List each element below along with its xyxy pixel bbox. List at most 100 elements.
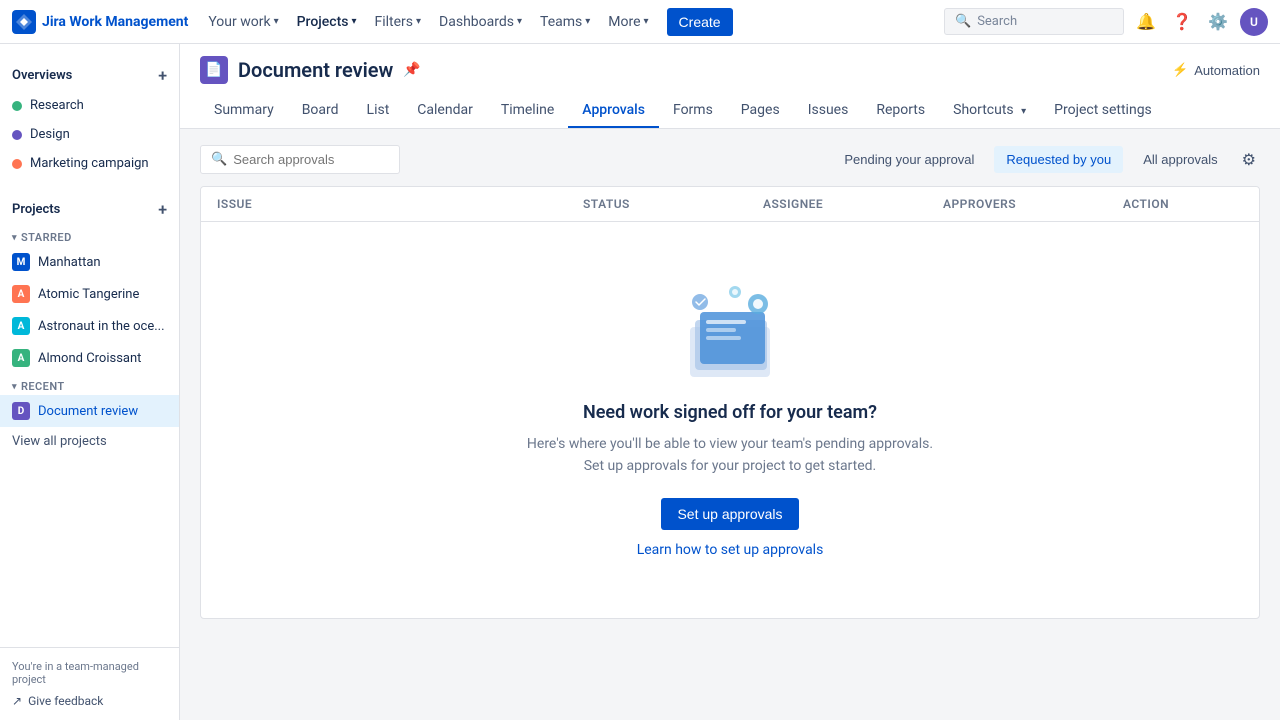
chevron-down-icon: ▾: [644, 16, 649, 27]
chevron-down-icon: ▾: [585, 16, 590, 27]
topnav-dashboards[interactable]: Dashboards ▾: [431, 8, 530, 36]
avatar[interactable]: U: [1240, 8, 1268, 36]
chevron-down-icon: ▾: [274, 16, 279, 27]
add-project-icon[interactable]: +: [158, 200, 167, 219]
empty-state-title: Need work signed off for your team?: [583, 402, 877, 423]
document-review-icon: D: [12, 402, 30, 420]
layout: Overviews + Research Design Marketing ca…: [0, 0, 1280, 720]
chevron-down-icon: ▾: [517, 16, 522, 27]
pin-icon[interactable]: 📌: [403, 62, 420, 78]
tab-board[interactable]: Board: [288, 94, 353, 128]
almond-icon: A: [12, 349, 30, 367]
project-name: Document review: [238, 58, 393, 82]
tab-summary[interactable]: Summary: [200, 94, 288, 128]
sidebar-item-manhattan[interactable]: M Manhattan: [0, 246, 179, 278]
create-button[interactable]: Create: [667, 8, 733, 36]
approvals-filter-tabs: Pending your approval Requested by you A…: [832, 146, 1260, 173]
projects-header[interactable]: Projects +: [0, 194, 179, 225]
sidebar-item-document-review[interactable]: D Document review: [0, 395, 179, 427]
project-title-row: 📄 Document review 📌 ⚡ Automation: [200, 56, 1260, 84]
project-icon: 📄: [200, 56, 228, 84]
table-header: Issue Status Assignee Approvers Action: [201, 187, 1259, 222]
marketing-dot: [12, 159, 22, 169]
atomic-tangerine-icon: A: [12, 285, 30, 303]
feedback-icon: ↗: [12, 694, 22, 708]
view-all-projects-link[interactable]: View all projects: [0, 427, 179, 456]
tab-approvals[interactable]: Approvals: [568, 94, 659, 128]
approvals-content: 🔍 Pending your approval Requested by you…: [180, 129, 1280, 720]
empty-state-illustration: [670, 282, 790, 382]
overviews-header[interactable]: Overviews +: [0, 60, 179, 91]
col-action: Action: [1123, 197, 1243, 211]
empty-state-desc: Here's where you'll be able to view your…: [527, 433, 933, 478]
add-overview-icon[interactable]: +: [158, 66, 167, 85]
projects-section: Projects + ▾ STARRED M Manhattan A Atomi…: [0, 186, 179, 464]
global-search[interactable]: 🔍 Search: [944, 8, 1124, 35]
col-status: Status: [583, 197, 763, 211]
topnav-more[interactable]: More ▾: [600, 8, 656, 36]
approvals-empty-state: Need work signed off for your team? Here…: [201, 222, 1259, 618]
pending-approval-filter[interactable]: Pending your approval: [832, 146, 986, 173]
topnav-nav: Your work ▾ Projects ▾ Filters ▾ Dashboa…: [200, 8, 940, 36]
approvals-toolbar: 🔍 Pending your approval Requested by you…: [200, 145, 1260, 174]
app-name: Jira Work Management: [42, 14, 188, 30]
topnav: Jira Work Management Your work ▾ Project…: [0, 0, 1280, 44]
automation-button[interactable]: ⚡ Automation: [1172, 62, 1260, 78]
astronaut-icon: A: [12, 317, 30, 335]
sidebar-item-almond-croissant[interactable]: A Almond Croissant: [0, 342, 179, 374]
approvals-table: Issue Status Assignee Approvers Action: [200, 186, 1260, 619]
tab-timeline[interactable]: Timeline: [487, 94, 568, 128]
topnav-projects[interactable]: Projects ▾: [289, 8, 365, 36]
give-feedback-button[interactable]: ↗ Give feedback: [12, 694, 167, 708]
chevron-down-icon: ▾: [351, 16, 356, 27]
main-content: 📄 Document review 📌 ⚡ Automation Summary…: [180, 44, 1280, 720]
tab-project-settings[interactable]: Project settings: [1040, 94, 1166, 128]
requested-by-you-filter[interactable]: Requested by you: [994, 146, 1123, 173]
sidebar-item-marketing[interactable]: Marketing campaign: [0, 149, 179, 178]
manhattan-icon: M: [12, 253, 30, 271]
col-issue: Issue: [217, 197, 583, 211]
recent-section-label[interactable]: ▾ RECENT: [0, 374, 179, 395]
search-input[interactable]: [233, 152, 389, 167]
starred-section-label[interactable]: ▾ STARRED: [0, 225, 179, 246]
tab-reports[interactable]: Reports: [862, 94, 939, 128]
tab-issues[interactable]: Issues: [794, 94, 863, 128]
sidebar-footer: You're in a team-managed project ↗ Give …: [0, 647, 179, 720]
topnav-filters[interactable]: Filters ▾: [366, 8, 429, 36]
search-icon: 🔍: [211, 152, 227, 167]
sidebar-item-astronaut[interactable]: A Astronaut in the oce...: [0, 310, 179, 342]
project-header: 📄 Document review 📌 ⚡ Automation Summary…: [180, 44, 1280, 129]
col-approvers: Approvers: [943, 197, 1123, 211]
chevron-icon: ▾: [12, 233, 17, 243]
setup-approvals-button[interactable]: Set up approvals: [661, 498, 798, 530]
tab-shortcuts[interactable]: Shortcuts ▾: [939, 94, 1040, 128]
topnav-right: 🔍 Search 🔔 ❓ ⚙️ U: [944, 8, 1268, 36]
approvals-search[interactable]: 🔍: [200, 145, 400, 174]
overviews-section: Overviews + Research Design Marketing ca…: [0, 52, 179, 186]
help-button[interactable]: ❓: [1168, 8, 1196, 36]
research-dot: [12, 101, 22, 111]
search-icon: 🔍: [955, 14, 971, 29]
sidebar-item-atomic-tangerine[interactable]: A Atomic Tangerine: [0, 278, 179, 310]
tab-forms[interactable]: Forms: [659, 94, 727, 128]
col-assignee: Assignee: [763, 197, 943, 211]
notifications-button[interactable]: 🔔: [1132, 8, 1160, 36]
filter-options-icon[interactable]: ⚙: [1238, 146, 1260, 173]
tab-list[interactable]: List: [353, 94, 404, 128]
sidebar: Overviews + Research Design Marketing ca…: [0, 44, 180, 720]
topnav-your-work[interactable]: Your work ▾: [200, 8, 286, 36]
chevron-down-icon: ▾: [1021, 106, 1026, 117]
project-tabs: Summary Board List Calendar Timeline App…: [200, 94, 1260, 128]
sidebar-item-research[interactable]: Research: [0, 91, 179, 120]
all-approvals-filter[interactable]: All approvals: [1131, 146, 1229, 173]
tab-pages[interactable]: Pages: [727, 94, 794, 128]
settings-button[interactable]: ⚙️: [1204, 8, 1232, 36]
tab-calendar[interactable]: Calendar: [403, 94, 487, 128]
jira-logo-icon: [12, 10, 36, 34]
design-dot: [12, 130, 22, 140]
chevron-icon: ▾: [12, 382, 17, 392]
topnav-teams[interactable]: Teams ▾: [532, 8, 598, 36]
sidebar-item-design[interactable]: Design: [0, 120, 179, 149]
app-logo[interactable]: Jira Work Management: [12, 10, 188, 34]
learn-link[interactable]: Learn how to set up approvals: [637, 542, 824, 558]
